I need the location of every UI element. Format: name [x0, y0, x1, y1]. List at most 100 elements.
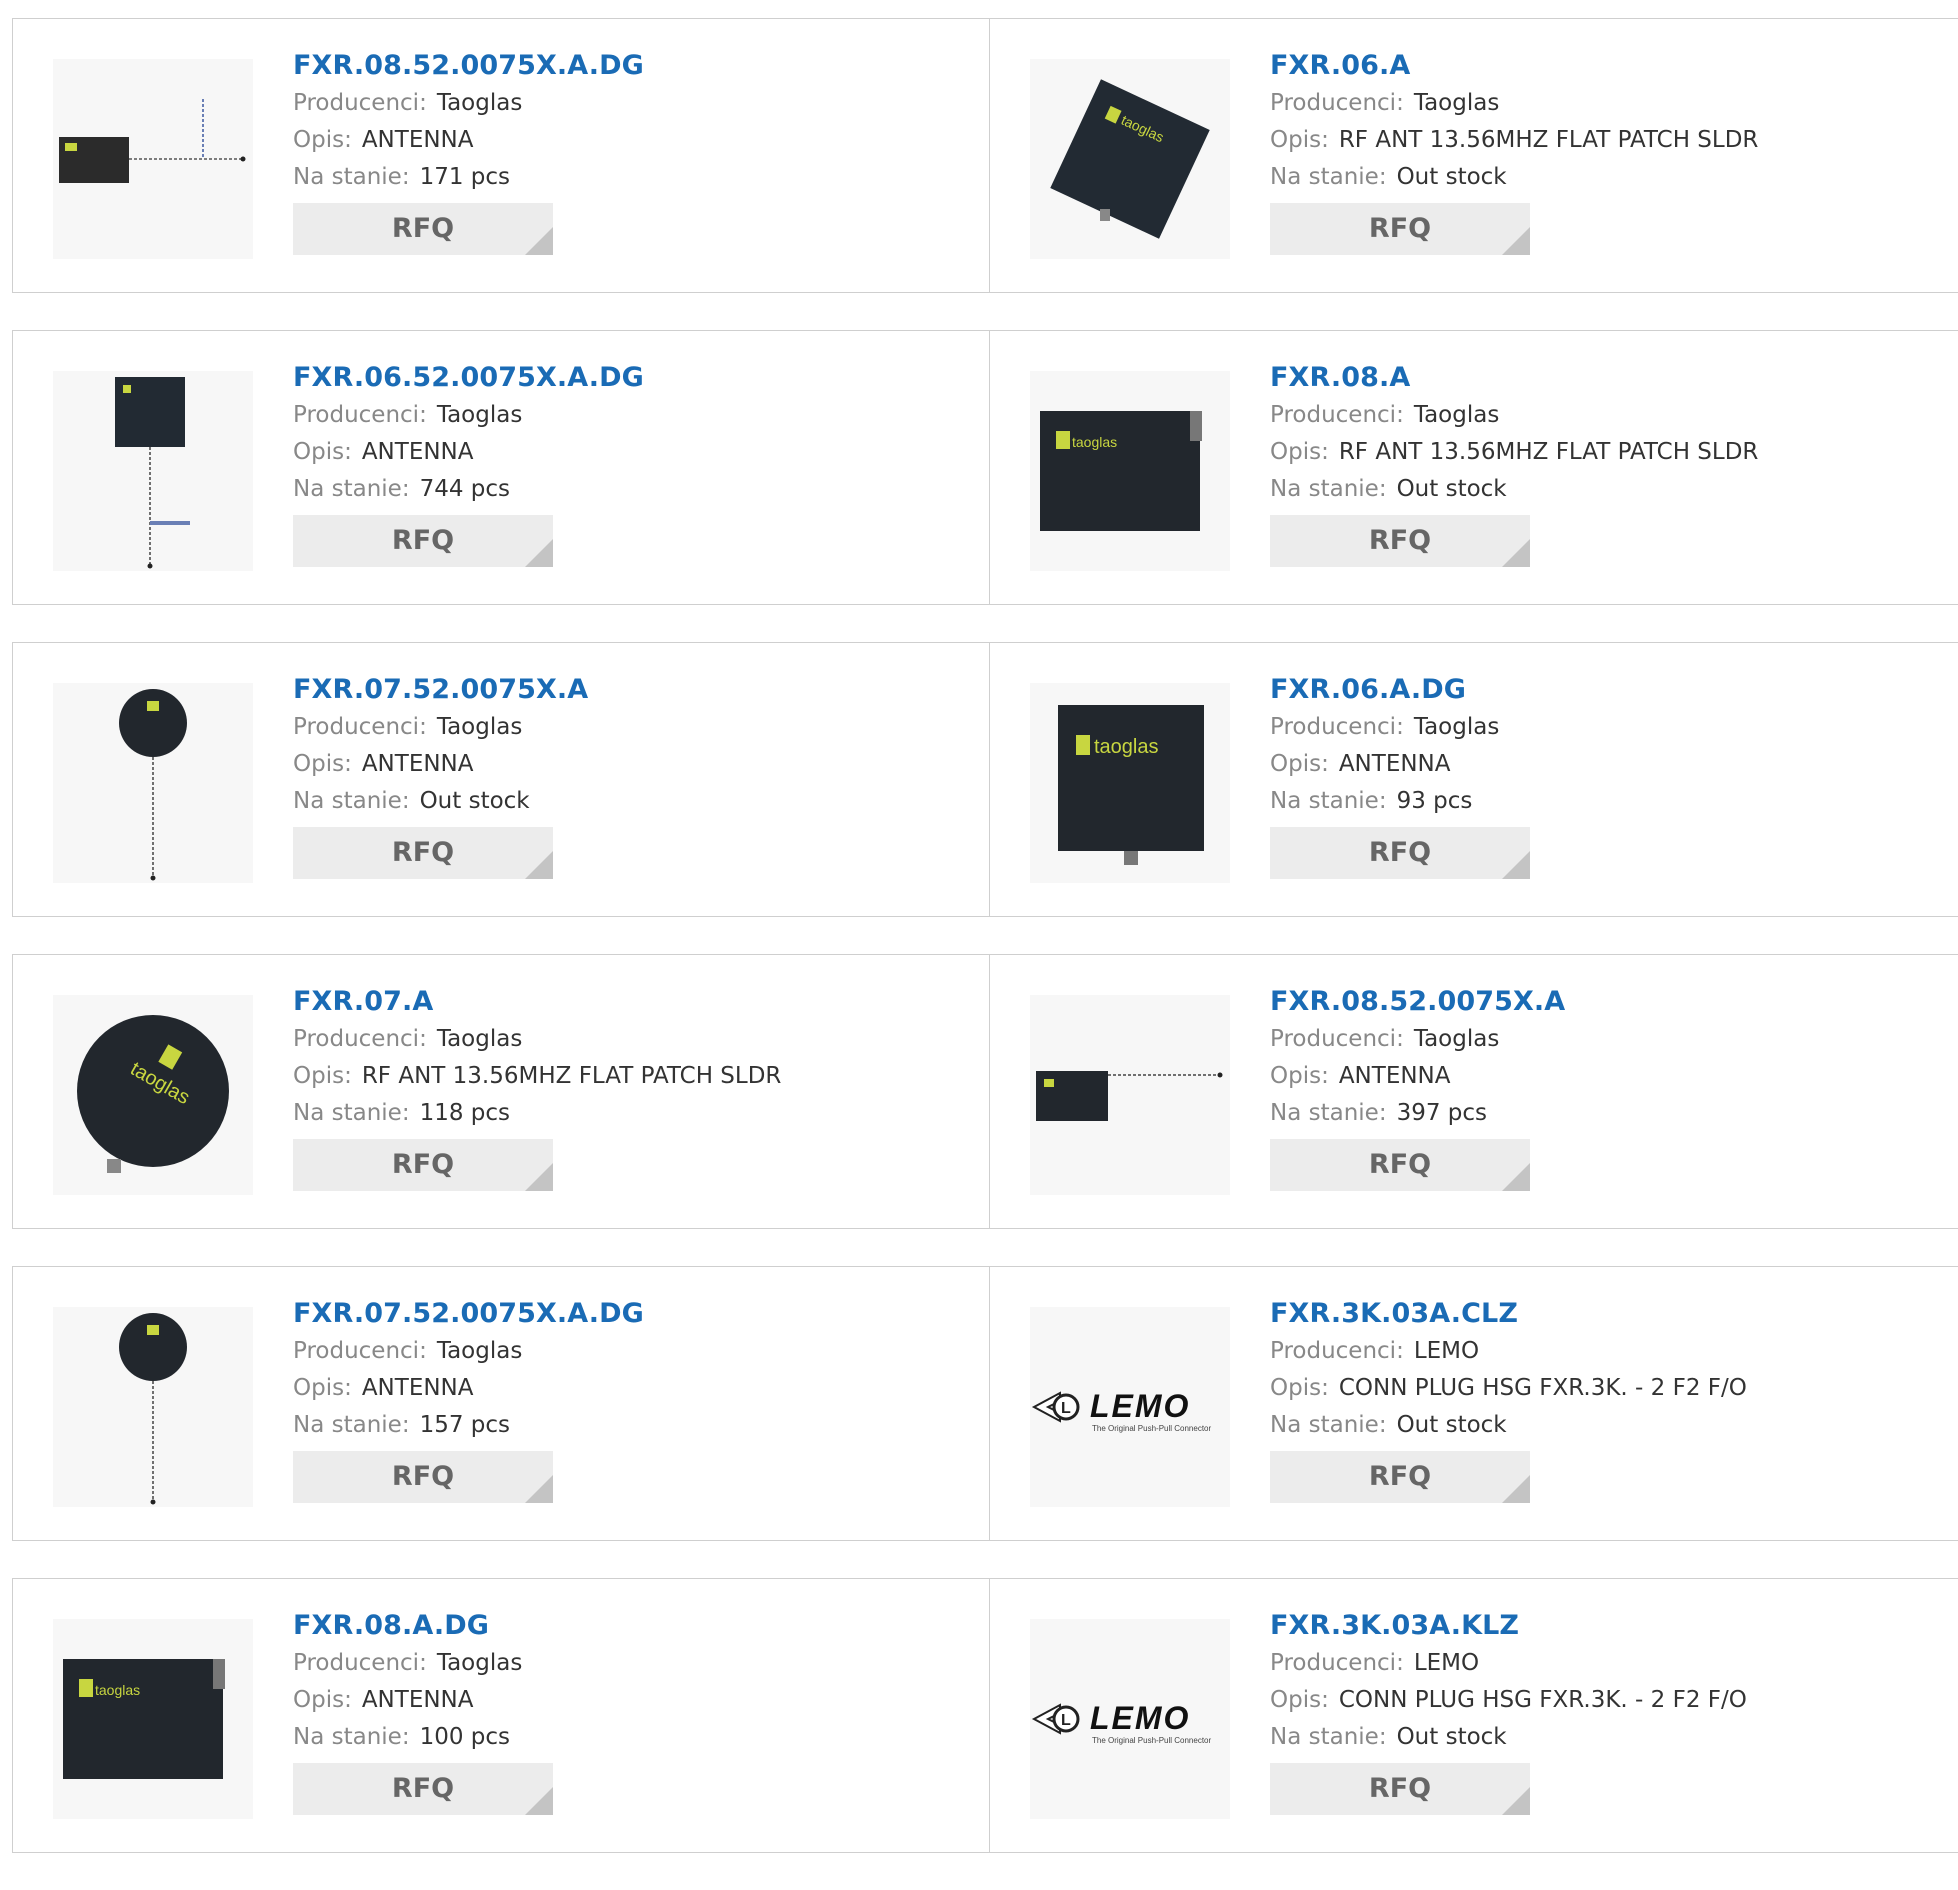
product-image[interactable] [1030, 995, 1230, 1195]
product-info: FXR.08.A.DG Producenci: Taoglas Opis: ANTE… [293, 1609, 553, 1815]
part-number-link[interactable]: FXR.07.A [293, 985, 781, 1021]
manufacturer-label: Producenci: [1270, 1338, 1404, 1364]
rfq-label: RFQ [1368, 837, 1432, 868]
product-image[interactable]: taoglas [1030, 59, 1230, 259]
stock-value: 744 pcs [419, 476, 511, 502]
manufacturer-label: Producenci: [293, 714, 427, 740]
product-image[interactable]: taoglas [53, 1619, 253, 1819]
stock-value: 100 pcs [419, 1724, 511, 1750]
product-row: FXR.06.52.0075X.A.DG Producenci: Taoglas … [12, 330, 1958, 605]
product-image[interactable] [53, 1307, 253, 1507]
product-card: taoglas FXR.08.A Producenci: Taoglas Opis… [990, 330, 1958, 605]
rfq-button[interactable]: RFQ [1270, 515, 1530, 567]
description-label: Opis: [293, 127, 352, 153]
stock-line: Na stanie: 100 pcs [293, 1719, 553, 1756]
product-image[interactable] [53, 59, 253, 259]
corner-triangle-icon [525, 1475, 553, 1503]
rfq-button[interactable]: RFQ [293, 515, 553, 567]
stock-value: Out stock [419, 788, 530, 814]
rfq-button[interactable]: RFQ [1270, 1451, 1530, 1503]
rfq-label: RFQ [391, 525, 455, 556]
rfq-button[interactable]: RFQ [1270, 203, 1530, 255]
corner-triangle-icon [525, 227, 553, 255]
corner-triangle-icon [1502, 1163, 1530, 1191]
stock-label: Na stanie: [1270, 1724, 1387, 1750]
part-number-link[interactable]: FXR.06.A.DG [1270, 673, 1530, 709]
description-line: Opis: ANTENNA [1270, 746, 1530, 783]
description-value: ANTENNA [361, 751, 474, 777]
part-number-link[interactable]: FXR.07.52.0075X.A [293, 673, 588, 709]
description-line: Opis: RF ANT 13.56MHZ FLAT PATCH SLDR [1270, 122, 1758, 159]
rfq-button[interactable]: RFQ [1270, 827, 1530, 879]
product-info: FXR.07.52.0075X.A Producenci: Taoglas Opi… [293, 673, 588, 879]
stock-value: Out stock [1396, 1412, 1507, 1438]
svg-text:L: L [1061, 1712, 1071, 1729]
stock-line: Na stanie: Out stock [1270, 1407, 1747, 1444]
manufacturer-value: Taoglas [436, 714, 523, 740]
manufacturer-value: Taoglas [1413, 402, 1500, 428]
product-card: FXR.07.52.0075X.A.DG Producenci: Taoglas … [12, 1266, 990, 1541]
product-card: L LEMO The Original Push-Pull Connector FX… [990, 1578, 1958, 1853]
description-value: RF ANT 13.56MHZ FLAT PATCH SLDR [1338, 439, 1759, 465]
manufacturer-line: Producenci: Taoglas [1270, 85, 1758, 122]
description-line: Opis: ANTENNA [293, 746, 588, 783]
rfq-button[interactable]: RFQ [293, 203, 553, 255]
product-image[interactable]: taoglas [1030, 683, 1230, 883]
product-image[interactable] [53, 683, 253, 883]
part-number-link[interactable]: FXR.06.52.0075X.A.DG [293, 361, 644, 397]
description-label: Opis: [1270, 439, 1329, 465]
part-number-link[interactable]: FXR.06.A [1270, 49, 1758, 85]
description-label: Opis: [293, 1375, 352, 1401]
rfq-button[interactable]: RFQ [293, 1451, 553, 1503]
part-number-link[interactable]: FXR.08.A [1270, 361, 1758, 397]
description-label: Opis: [1270, 751, 1329, 777]
part-number-link[interactable]: FXR.3K.03A.KLZ [1270, 1609, 1747, 1645]
product-image[interactable]: taoglas [53, 995, 253, 1195]
product-info: FXR.08.A Producenci: Taoglas Opis: RF ANT … [1270, 361, 1758, 567]
description-label: Opis: [1270, 1063, 1329, 1089]
manufacturer-value: Taoglas [1413, 90, 1500, 116]
product-image[interactable] [53, 371, 253, 571]
manufacturer-line: Producenci: Taoglas [293, 1333, 644, 1370]
manufacturer-label: Producenci: [1270, 714, 1404, 740]
corner-triangle-icon [525, 539, 553, 567]
product-image[interactable]: L LEMO The Original Push-Pull Connector [1030, 1307, 1230, 1507]
corner-triangle-icon [1502, 1787, 1530, 1815]
corner-triangle-icon [1502, 539, 1530, 567]
stock-line: Na stanie: Out stock [293, 783, 588, 820]
part-number-link[interactable]: FXR.08.52.0075X.A [1270, 985, 1565, 1021]
part-number-link[interactable]: FXR.3K.03A.CLZ [1270, 1297, 1747, 1333]
rfq-button[interactable]: RFQ [1270, 1139, 1530, 1191]
product-card: FXR.08.52.0075X.A.DG Producenci: Taoglas … [12, 18, 990, 293]
manufacturer-line: Producenci: LEMO [1270, 1645, 1747, 1682]
rfq-label: RFQ [1368, 525, 1432, 556]
product-card: taoglas FXR.06.A.DG Producenci: Taoglas O… [990, 642, 1958, 917]
part-number-link[interactable]: FXR.07.52.0075X.A.DG [293, 1297, 644, 1333]
part-number-link[interactable]: FXR.08.52.0075X.A.DG [293, 49, 644, 85]
stock-line: Na stanie: 157 pcs [293, 1407, 644, 1444]
rfq-label: RFQ [1368, 1149, 1432, 1180]
rfq-button[interactable]: RFQ [293, 1763, 553, 1815]
rfq-button[interactable]: RFQ [293, 1139, 553, 1191]
description-label: Opis: [1270, 1687, 1329, 1713]
svg-text:LEMO: LEMO [1090, 1700, 1190, 1736]
manufacturer-line: Producenci: Taoglas [293, 1645, 553, 1682]
description-value: CONN PLUG HSG FXR.3K. - 2 F2 F/O [1338, 1375, 1747, 1401]
stock-label: Na stanie: [293, 164, 410, 190]
corner-triangle-icon [525, 851, 553, 879]
manufacturer-line: Producenci: Taoglas [293, 1021, 781, 1058]
stock-value: 397 pcs [1396, 1100, 1488, 1126]
part-number-link[interactable]: FXR.08.A.DG [293, 1609, 553, 1645]
rfq-label: RFQ [391, 1773, 455, 1804]
rfq-button[interactable]: RFQ [1270, 1763, 1530, 1815]
manufacturer-line: Producenci: Taoglas [293, 709, 588, 746]
product-image[interactable]: L LEMO The Original Push-Pull Connector [1030, 1619, 1230, 1819]
product-info: FXR.06.A.DG Producenci: Taoglas Opis: ANTE… [1270, 673, 1530, 879]
description-value: CONN PLUG HSG FXR.3K. - 2 F2 F/O [1338, 1687, 1747, 1713]
stock-label: Na stanie: [293, 788, 410, 814]
rfq-label: RFQ [1368, 213, 1432, 244]
description-line: Opis: CONN PLUG HSG FXR.3K. - 2 F2 F/O [1270, 1682, 1747, 1719]
product-image[interactable]: taoglas [1030, 371, 1230, 571]
manufacturer-label: Producenci: [293, 1650, 427, 1676]
rfq-button[interactable]: RFQ [293, 827, 553, 879]
